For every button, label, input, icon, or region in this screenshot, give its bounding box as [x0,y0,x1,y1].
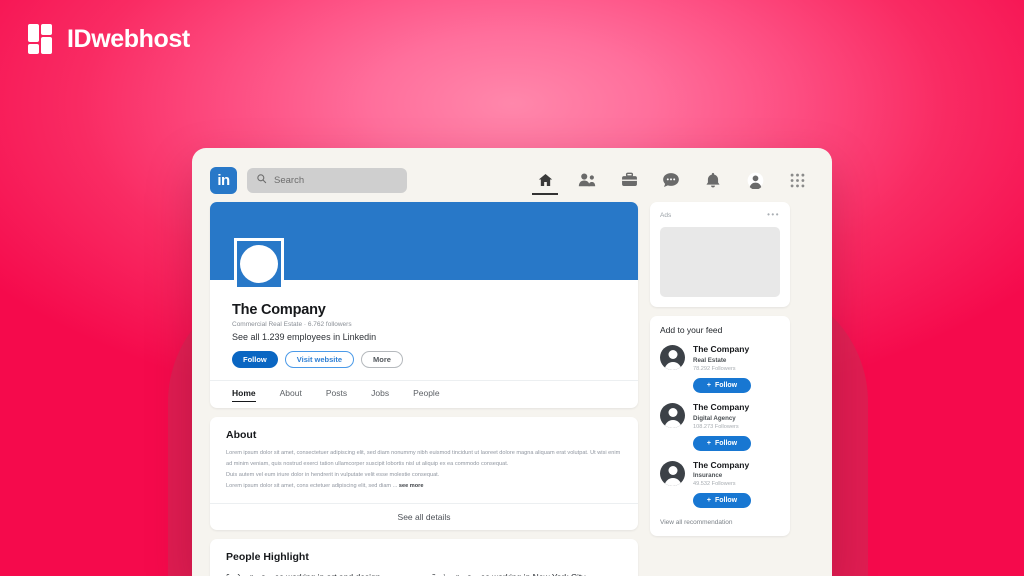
about-paragraph-1: Lorem ipsum dolor sit amet, consectetuer… [226,450,621,467]
add-to-feed-card: Add to your feed The Company Real Estate… [650,316,790,537]
add-to-feed-title: Add to your feed [660,325,723,335]
feed-company-name[interactable]: The Company [693,460,749,471]
search-placeholder: Search [274,174,305,186]
plus-icon: + [706,439,711,447]
plus-icon: + [706,381,711,389]
feed-follower-count: 108.273 Followers [693,423,739,430]
idwebhost-logo-icon [28,24,58,54]
nav-icon-group [532,172,814,195]
feed-item: The Company Real Estate 78.292 Followers… [660,344,780,393]
ad-placeholder[interactable] [660,227,780,297]
employees-link[interactable]: See all 1.239 employees in Linkedin [232,332,616,342]
follow-button[interactable]: + Follow [693,493,751,509]
profile-tabs: Home About Posts Jobs People [210,380,638,408]
tab-people[interactable]: People [413,388,439,402]
profile-action-buttons: Follow Visit website More [232,351,616,368]
view-all-recommendation-link[interactable]: View all recommendation [660,519,780,526]
see-more-link[interactable]: see more [399,483,424,489]
more-options-icon[interactable]: ••• [767,211,780,219]
about-card: About Lorem ipsum dolor sit amet, consec… [210,417,638,530]
visit-website-button[interactable]: Visit website [284,351,355,368]
sidebar-column: Ads ••• Add to your feed The Company Rea… [650,202,790,576]
network-icon[interactable] [576,172,598,188]
company-avatar[interactable] [234,238,284,290]
follow-label: Follow [714,439,738,447]
notifications-icon[interactable] [702,172,724,188]
company-avatar-icon[interactable] [660,460,685,486]
screenshot-stage: IDwebhost in Search The Company Commerci… [0,0,1024,576]
jobs-icon[interactable] [618,172,640,188]
follow-button[interactable]: + Follow [693,435,751,451]
feed-company-category: Real Estate [693,356,727,364]
brand-logo: IDwebhost [28,24,190,54]
linkedin-logo-icon[interactable]: in [210,166,237,194]
apps-grid-icon[interactable] [786,173,808,188]
people-highlight-column: 239 employees working in art and design … [226,571,416,576]
follow-button[interactable]: + Follow [693,377,751,393]
company-profile-card: The Company Commercial Real Estate · 6.7… [210,202,638,408]
people-highlight-column: 761 employees working in New York City •… [432,571,622,576]
see-all-details-link[interactable]: See all details [210,502,638,530]
ads-card: Ads ••• [650,202,790,307]
follow-label: Follow [714,381,738,389]
people-highlight-card: People Highlight 239 employees working i… [210,538,638,576]
brand-name: IDwebhost [67,24,190,53]
active-tab-indicator [532,193,558,195]
linkedin-topnav: in Search [204,158,820,202]
people-highlight-title: People Highlight [226,550,309,563]
about-paragraph-3: Lorem ipsum dolor sit amet, cons ectetue… [226,482,398,489]
follow-label: Follow [714,497,738,505]
tab-jobs[interactable]: Jobs [371,388,389,402]
company-meta: Commercial Real Estate · 6.762 followers [232,321,352,328]
search-input[interactable]: Search [247,167,407,193]
search-icon [256,171,267,189]
cover-banner [210,202,638,290]
avatar-placeholder-icon [240,245,278,283]
feed-company-category: Insurance [693,472,723,480]
profile-info: The Company Commercial Real Estate · 6.7… [210,280,638,380]
tab-about[interactable]: About [280,388,302,402]
feed-company-name[interactable]: The Company [693,402,749,413]
feed-item: The Company Insurance 49.532 Followers +… [660,460,780,509]
feed-follower-count: 49.532 Followers [693,481,736,488]
follow-button[interactable]: Follow [232,351,278,368]
page-title: The Company [232,302,326,318]
tab-posts[interactable]: Posts [326,388,347,402]
plus-icon: + [706,497,711,505]
feed-company-name[interactable]: The Company [693,344,749,355]
page-content: The Company Commercial Real Estate · 6.7… [204,202,820,576]
main-column: The Company Commercial Real Estate · 6.7… [210,202,638,576]
about-paragraph-2: Duis autem vel eum iriure dolor in hendr… [226,471,440,478]
home-icon[interactable] [532,172,558,195]
about-title: About [226,429,257,441]
messaging-icon[interactable] [660,172,682,188]
feed-company-category: Digital Agency [693,414,736,422]
more-button[interactable]: More [361,351,403,368]
feed-item: The Company Digital Agency 108.273 Follo… [660,402,780,451]
tab-home[interactable]: Home [232,388,256,402]
company-avatar-icon[interactable] [660,402,685,428]
feed-follower-count: 78.292 Followers [693,365,736,372]
device-frame: in Search The Company Commercial Real Es… [192,148,832,576]
company-avatar-icon[interactable] [660,345,685,370]
profile-icon[interactable] [744,172,766,189]
ads-label: Ads [660,211,672,219]
